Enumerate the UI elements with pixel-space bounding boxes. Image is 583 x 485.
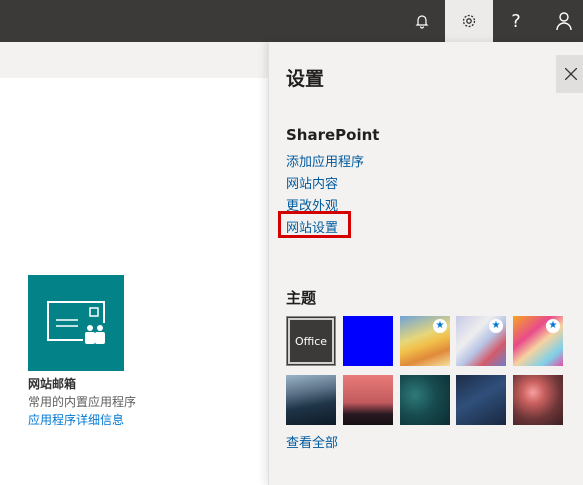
site-contents-link[interactable]: 网站内容 bbox=[286, 173, 338, 192]
theme-flag-waves[interactable]: ★ bbox=[456, 316, 506, 366]
theme-colorful-art[interactable]: ★ bbox=[513, 316, 563, 366]
theme-ocean[interactable] bbox=[286, 375, 336, 425]
settings-panel: 设置 SharePoint 添加应用程序 网站内容 更改外观 网站设置 主题 O… bbox=[268, 42, 583, 485]
theme-office-label: Office bbox=[294, 334, 328, 348]
site-mailbox-app-tile[interactable] bbox=[28, 275, 124, 371]
site-settings-highlight-box bbox=[278, 211, 351, 238]
theme-sunset-palms[interactable] bbox=[343, 375, 393, 425]
theme-yellow-waves[interactable]: ★ bbox=[400, 316, 450, 366]
panel-title: 设置 bbox=[286, 68, 325, 90]
help-icon: ? bbox=[511, 10, 521, 32]
bell-icon bbox=[415, 15, 429, 29]
add-app-link[interactable]: 添加应用程序 bbox=[286, 151, 364, 170]
suite-bar: ? bbox=[0, 0, 583, 42]
account-button[interactable] bbox=[540, 0, 583, 42]
command-bar bbox=[0, 42, 268, 78]
theme-office[interactable]: Office bbox=[286, 316, 336, 366]
theme-heading: 主题 bbox=[286, 289, 317, 307]
app-title: 网站邮箱 bbox=[28, 377, 77, 391]
app-description: 常用的内置应用程序 bbox=[28, 395, 137, 409]
sharepoint-heading: SharePoint bbox=[286, 126, 380, 144]
favorite-star-icon: ★ bbox=[489, 319, 503, 333]
gear-icon bbox=[462, 14, 476, 28]
theme-innovation[interactable] bbox=[456, 375, 506, 425]
notifications-button[interactable] bbox=[398, 0, 446, 42]
mailbox-app-icon bbox=[47, 301, 107, 347]
theme-blue[interactable] bbox=[343, 316, 393, 366]
theme-circuit[interactable] bbox=[400, 375, 450, 425]
see-all-themes-link[interactable]: 查看全部 bbox=[286, 432, 338, 451]
favorite-star-icon: ★ bbox=[433, 319, 447, 333]
close-icon bbox=[565, 68, 577, 80]
help-button[interactable]: ? bbox=[492, 0, 540, 42]
settings-button[interactable] bbox=[445, 0, 493, 42]
person-icon bbox=[556, 12, 572, 31]
app-details-link[interactable]: 应用程序详细信息 bbox=[28, 411, 124, 428]
theme-bokeh[interactable] bbox=[513, 375, 563, 425]
favorite-star-icon: ★ bbox=[546, 319, 560, 333]
close-panel-button[interactable] bbox=[556, 55, 583, 93]
